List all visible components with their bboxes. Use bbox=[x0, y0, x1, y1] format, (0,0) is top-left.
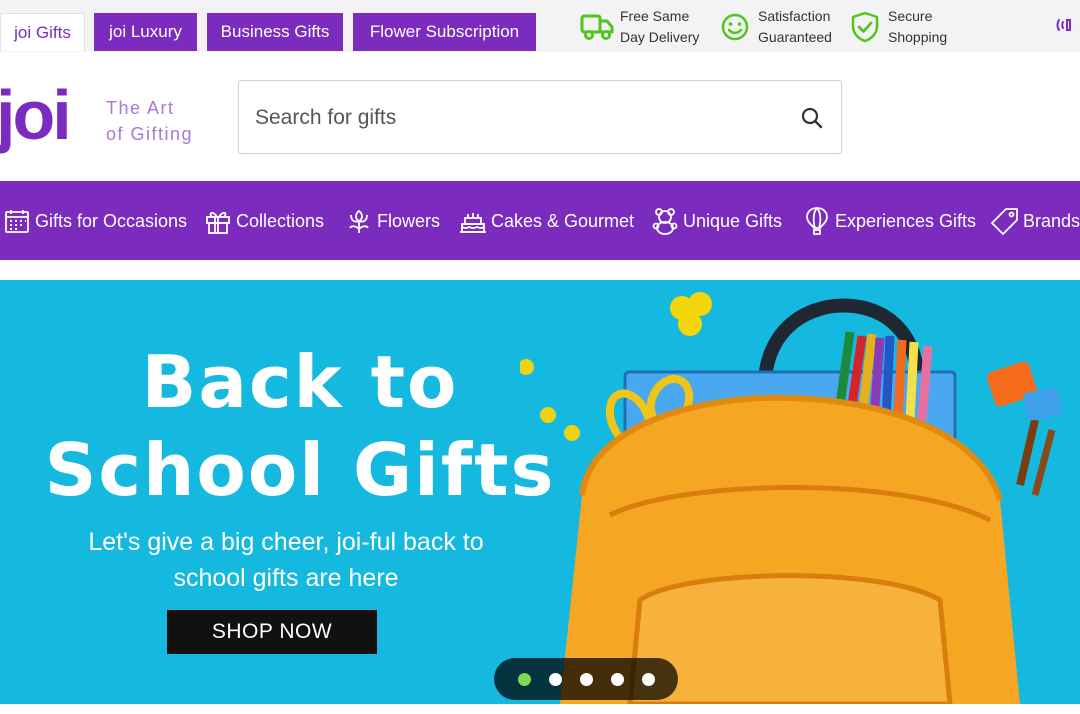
nav-brands[interactable]: Brands bbox=[990, 203, 1080, 239]
nav-label: Experiences Gifts bbox=[835, 210, 977, 231]
teddy-bear-icon bbox=[650, 206, 680, 236]
subline-line: Let's give a big cheer, joi-ful back to bbox=[88, 528, 484, 556]
nav-gifts-for-occasions[interactable]: Gifts for Occasions bbox=[2, 203, 187, 239]
nav-cakes-gourmet[interactable]: Cakes & Gourmet bbox=[458, 203, 634, 239]
nav-unique-gifts[interactable]: Unique Gifts bbox=[650, 203, 782, 239]
subline-line: school gifts are here bbox=[173, 564, 399, 592]
search-input[interactable] bbox=[255, 101, 775, 135]
usp-secure-shopping: Secure Shopping bbox=[848, 6, 947, 48]
flower-icon bbox=[344, 206, 374, 236]
smiley-face-icon bbox=[718, 10, 752, 44]
search-box bbox=[238, 80, 842, 154]
headline-line: School Gifts bbox=[44, 428, 556, 512]
tagline-line: The Art bbox=[106, 98, 175, 118]
carousel-dot-1[interactable] bbox=[517, 672, 531, 686]
nav-flowers[interactable]: Flowers bbox=[344, 203, 440, 239]
headline-line: Back to bbox=[141, 340, 459, 424]
shop-now-button[interactable]: SHOP NOW bbox=[167, 610, 377, 654]
tagline: The Art of Gifting bbox=[106, 95, 193, 147]
nav-collections[interactable]: Collections bbox=[203, 203, 324, 239]
category-nav: Gifts for Occasions Collections Flowers bbox=[0, 181, 1080, 260]
usp-line: Secure bbox=[888, 8, 933, 24]
usp-line: Day Delivery bbox=[620, 29, 700, 45]
phone-link[interactable]: 8 bbox=[1055, 17, 1080, 36]
search-icon bbox=[801, 107, 823, 129]
carousel-pagination bbox=[494, 658, 678, 700]
gift-box-icon bbox=[203, 206, 233, 236]
usp-same-day-delivery: Free Same Day Delivery bbox=[580, 6, 699, 48]
tagline-line: of Gifting bbox=[106, 124, 194, 144]
backpack-illustration bbox=[520, 292, 1063, 704]
delivery-truck-icon bbox=[580, 10, 614, 44]
nav-label: Gifts for Occasions bbox=[35, 210, 188, 231]
hero-banner[interactable]: Back to School Gifts Let's give a big ch… bbox=[0, 280, 1080, 704]
calendar-icon bbox=[2, 206, 32, 236]
tab-joi-luxury[interactable]: joi Luxury bbox=[94, 13, 197, 51]
cake-icon bbox=[458, 206, 488, 236]
banner-subline: Let's give a big cheer, joi-ful back to … bbox=[66, 524, 506, 596]
carousel-dot-3[interactable] bbox=[579, 672, 593, 686]
usp-line: Free Same bbox=[620, 8, 690, 24]
usp-line: Shopping bbox=[888, 29, 948, 45]
carousel-dot-2[interactable] bbox=[548, 672, 562, 686]
nav-label: Unique Gifts bbox=[683, 210, 783, 231]
carousel-dot-4[interactable] bbox=[610, 672, 624, 686]
tab-business-gifts[interactable]: Business Gifts bbox=[207, 13, 343, 51]
nav-label: Cakes & Gourmet bbox=[491, 210, 635, 231]
joi-logo[interactable]: joi bbox=[0, 80, 72, 150]
usp-line: Guaranteed bbox=[758, 29, 832, 45]
shield-check-icon bbox=[848, 10, 882, 44]
tag-icon bbox=[990, 206, 1020, 236]
nav-label: Collections bbox=[236, 210, 325, 231]
nav-label: Flowers bbox=[377, 210, 441, 231]
banner-headline: Back to School Gifts bbox=[20, 338, 580, 514]
usp-satisfaction: Satisfaction Guaranteed bbox=[718, 6, 832, 48]
top-bar: joi Gifts joi Luxury Business Gifts Flow… bbox=[0, 0, 1080, 52]
nav-label: Brands bbox=[1023, 210, 1080, 231]
carousel-dot-5[interactable] bbox=[641, 672, 655, 686]
tab-joi-gifts[interactable]: joi Gifts bbox=[0, 13, 85, 51]
search-button[interactable] bbox=[795, 101, 829, 135]
nav-experiences-gifts[interactable]: Experiences Gifts bbox=[802, 203, 976, 239]
tab-flower-subscription[interactable]: Flower Subscription bbox=[353, 13, 536, 51]
hot-air-balloon-icon bbox=[802, 206, 832, 236]
phone-icon bbox=[1056, 19, 1071, 31]
usp-line: Satisfaction bbox=[758, 8, 831, 24]
